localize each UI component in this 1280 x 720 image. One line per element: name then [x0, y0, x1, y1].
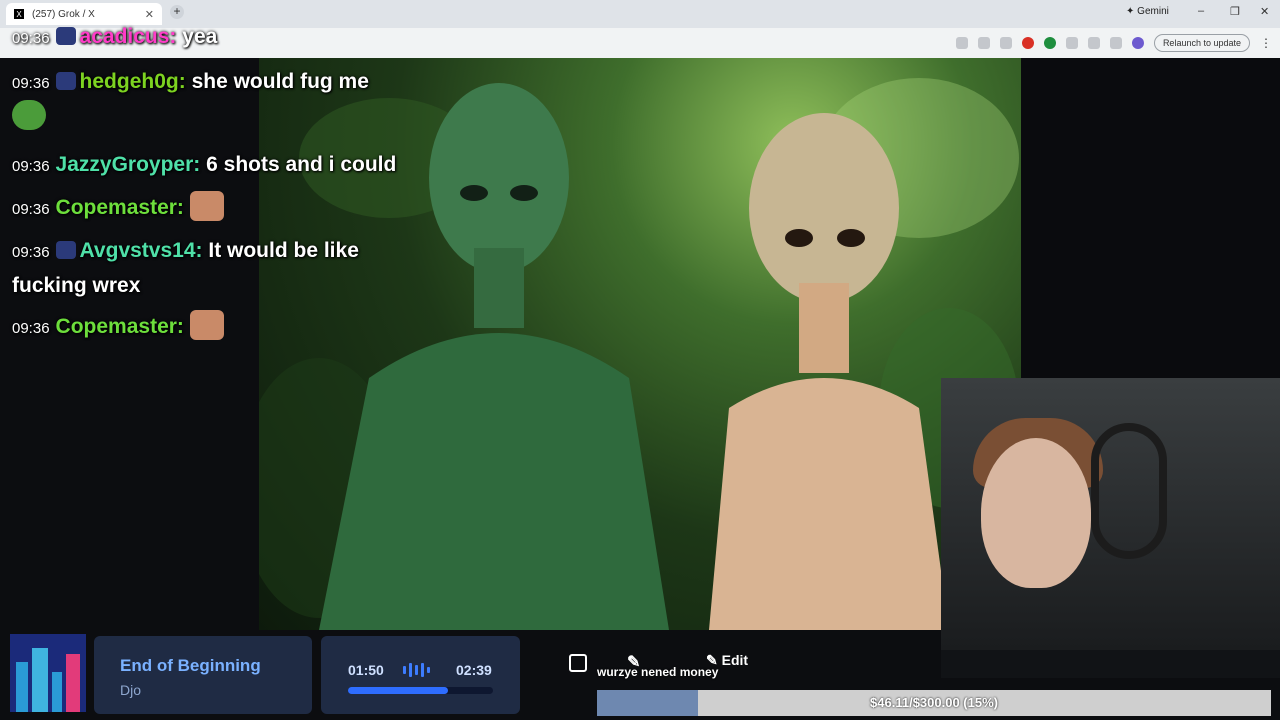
edit-label: Edit — [721, 652, 749, 668]
extension-icon[interactable] — [1065, 37, 1078, 49]
add-image-icon[interactable] — [569, 654, 587, 672]
right-panel-dark — [1021, 58, 1280, 378]
face-emote-icon — [189, 191, 224, 221]
chat-username: hedgeh0g: — [79, 70, 186, 93]
extension-red-icon[interactable] — [1021, 37, 1034, 49]
song-progress-fill — [348, 687, 449, 694]
bookmark-star-icon[interactable] — [999, 37, 1012, 49]
chat-text: yea — [182, 25, 218, 48]
song-info-box: End of Beginning Djo — [94, 636, 312, 714]
chat-timestamp: 09:36 — [12, 158, 50, 175]
user-badge-icon — [55, 27, 76, 45]
pepe-emote-icon — [12, 100, 46, 130]
chat-username: Copemaster: — [55, 196, 184, 219]
chat-message: 09:36 acadicus: yea — [12, 20, 432, 55]
install-icon[interactable] — [955, 37, 968, 49]
puzzle-icon[interactable] — [1087, 37, 1100, 49]
chat-message: 09:36 JazzyGroyper: 6 shots and i could — [12, 148, 432, 183]
profile-avatar-icon[interactable] — [1131, 37, 1144, 49]
total-time: 02:39 — [456, 662, 492, 678]
chat-overlay: 09:36 acadicus: yea 09:36 hedgeh0g: she wo… — [12, 20, 432, 345]
chat-text: 6 shots and i could — [206, 153, 397, 176]
close-tab-icon[interactable]: ✕ — [145, 8, 154, 21]
album-art — [10, 634, 86, 712]
webcam-feed — [941, 378, 1280, 650]
chat-message: 09:36 Copemaster: — [12, 310, 432, 345]
song-title: End of Beginning — [120, 656, 261, 675]
song-artist: Djo — [120, 682, 142, 698]
tab-title: (257) Grok / X — [32, 8, 95, 20]
face-emote-icon — [189, 310, 224, 340]
sidepanel-icon[interactable] — [1109, 37, 1122, 49]
gemini-button[interactable]: ✦ Gemini — [1126, 6, 1169, 17]
song-progress-bar — [348, 687, 493, 694]
equalizer-icon — [403, 663, 443, 677]
chat-username: JazzyGroyper: — [55, 153, 201, 176]
song-time-box: 01:50 02:39 — [321, 636, 520, 714]
maximize-icon[interactable]: ❐ — [1230, 5, 1240, 18]
elapsed-time: 01:50 — [348, 662, 384, 678]
now-playing-widget: End of Beginning Djo 01:50 02:39 — [0, 632, 520, 720]
chat-timestamp: 09:36 — [12, 244, 50, 261]
minimize-icon[interactable]: – — [1198, 5, 1204, 17]
window-close-icon[interactable]: ✕ — [1260, 5, 1269, 18]
donation-goal-bar: $46.11/$300.00 (15%) — [597, 690, 1271, 716]
chat-timestamp: 09:36 — [12, 30, 50, 47]
user-badge-icon — [55, 241, 76, 259]
chat-timestamp: 09:36 — [12, 75, 50, 92]
user-badge-icon — [55, 72, 76, 90]
zoom-icon[interactable] — [977, 37, 990, 49]
chat-username: Avgvstvs14: — [79, 239, 203, 262]
chat-timestamp: 09:36 — [12, 201, 50, 218]
new-tab-button[interactable]: + — [170, 5, 184, 19]
gemini-label: Gemini — [1137, 6, 1169, 17]
goal-text: $46.11/$300.00 (15%) — [870, 695, 998, 710]
chat-message: 09:36 Copemaster: — [12, 191, 432, 226]
chat-text: she would fug me — [191, 70, 369, 93]
chat-message: 09:36 hedgeh0g: she would fug me — [12, 65, 432, 140]
donation-text: wurzye nened money — [597, 665, 719, 679]
extension-green-icon[interactable] — [1043, 37, 1056, 49]
relaunch-button[interactable]: Relaunch to update — [1153, 34, 1250, 52]
headset-icon — [1091, 423, 1167, 559]
chat-message: 09:36 Avgvstvs14: It would be like fuckin… — [12, 234, 432, 302]
chat-timestamp: 09:36 — [12, 320, 50, 337]
x-logo-icon: X — [14, 9, 24, 19]
chat-username: Copemaster: — [55, 315, 184, 338]
streamer-face — [981, 438, 1091, 588]
chat-username: acadicus: — [79, 25, 177, 48]
menu-kebab-icon[interactable]: ⋮ — [1260, 36, 1272, 50]
